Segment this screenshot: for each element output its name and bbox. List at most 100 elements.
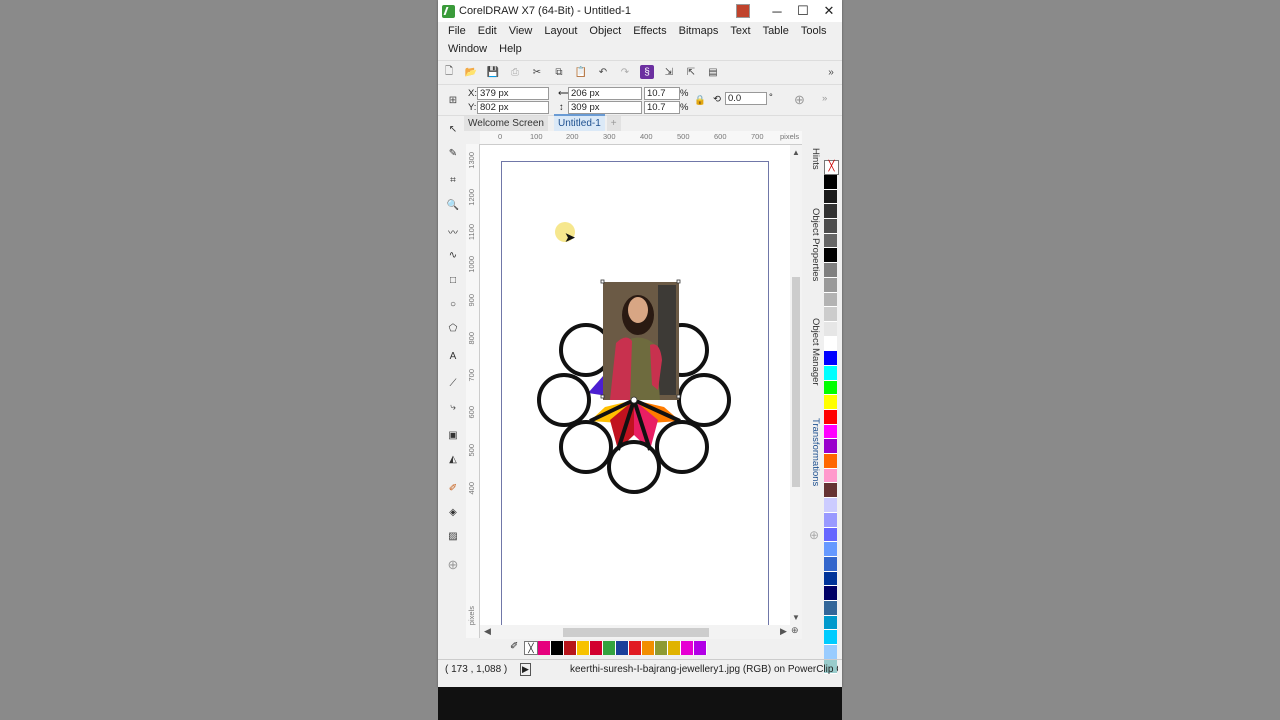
width-field[interactable]: 206 px xyxy=(568,87,642,100)
horizontal-scroll-thumb[interactable] xyxy=(563,628,709,637)
palette-swatch[interactable] xyxy=(824,556,837,572)
menu-bitmaps[interactable]: Bitmaps xyxy=(673,22,725,40)
y-position-field[interactable]: 802 px xyxy=(477,101,549,114)
center-marker[interactable] xyxy=(630,396,638,404)
document-palette-swatch[interactable] xyxy=(538,641,551,655)
menu-edit[interactable]: Edit xyxy=(472,22,503,40)
palette-swatch[interactable] xyxy=(824,439,837,455)
pick-tool-icon[interactable]: ↖ xyxy=(446,122,460,136)
scroll-up-icon[interactable]: ▲ xyxy=(792,148,800,157)
propertybar-overflow-icon[interactable]: » xyxy=(822,93,827,104)
palette-swatch[interactable] xyxy=(824,248,837,264)
scale-width-field[interactable]: 10.7 xyxy=(644,87,680,100)
palette-swatch[interactable] xyxy=(824,410,837,425)
palette-swatch[interactable] xyxy=(824,527,837,543)
menu-object[interactable]: Object xyxy=(583,22,627,40)
connector-tool-icon[interactable]: ⤷ xyxy=(446,400,460,414)
rectangle-tool-icon[interactable]: □ xyxy=(446,273,460,287)
parallel-dimension-icon[interactable]: ⟋ xyxy=(446,376,460,390)
document-palette-swatch[interactable] xyxy=(603,641,616,655)
scroll-left-icon[interactable]: ◀ xyxy=(484,626,491,637)
docker-tab-hints[interactable]: Hints xyxy=(810,148,821,170)
lock-ratio-icon[interactable]: 🔒 xyxy=(694,95,706,106)
height-field[interactable]: 309 px xyxy=(568,101,642,114)
scroll-right-icon[interactable]: ▶ xyxy=(780,626,787,637)
document-palette-swatch[interactable] xyxy=(551,641,564,655)
document-palette-swatch[interactable] xyxy=(655,641,668,655)
palette-swatch[interactable] xyxy=(824,424,837,440)
palette-swatch[interactable] xyxy=(824,454,837,469)
palette-swatch[interactable] xyxy=(824,336,837,352)
palette-swatch[interactable] xyxy=(824,630,837,645)
text-tool-icon[interactable]: A xyxy=(446,349,460,363)
document-palette-swatch[interactable] xyxy=(681,641,694,655)
menu-window[interactable]: Window xyxy=(442,40,493,58)
document-palette-swatch[interactable] xyxy=(642,641,655,655)
toolbar-overflow-icon[interactable]: » xyxy=(824,65,838,79)
tab-welcome-screen[interactable]: Welcome Screen xyxy=(464,116,548,131)
menu-file[interactable]: File xyxy=(442,22,472,40)
new-tab-icon[interactable]: + xyxy=(606,116,621,131)
menu-text[interactable]: Text xyxy=(724,22,756,40)
shape-tool-icon[interactable]: ✎ xyxy=(446,146,460,160)
palette-swatch[interactable] xyxy=(824,365,837,381)
status-play-icon[interactable]: ▶ xyxy=(520,663,531,676)
drawing-canvas[interactable] xyxy=(480,145,790,633)
docker-tab-object-properties[interactable]: Object Properties xyxy=(810,208,821,281)
undo-icon[interactable]: ↶ xyxy=(596,65,610,79)
redo-icon[interactable]: ↷ xyxy=(618,65,632,79)
palette-swatch[interactable] xyxy=(824,498,837,513)
palette-swatch[interactable] xyxy=(824,233,837,249)
palette-swatch[interactable] xyxy=(824,292,837,308)
minimize-button[interactable]: ─ xyxy=(764,4,790,19)
palette-swatch[interactable] xyxy=(824,483,837,499)
zoom-tool-icon[interactable]: 🔍 xyxy=(446,198,460,212)
crop-tool-icon[interactable]: ⌗ xyxy=(446,173,460,187)
palette-swatch[interactable] xyxy=(824,307,837,322)
smart-fill-icon[interactable]: ▨ xyxy=(446,529,460,543)
palette-swatch[interactable] xyxy=(824,615,837,631)
flower-artwork[interactable] xyxy=(480,145,790,625)
palette-swatch[interactable] xyxy=(824,512,837,528)
no-fill-swatch[interactable]: ╳ xyxy=(524,641,538,655)
palette-swatch[interactable] xyxy=(824,468,837,484)
print-icon[interactable]: ⎙ xyxy=(508,65,522,79)
selection-handle[interactable] xyxy=(676,279,681,284)
palette-swatch[interactable] xyxy=(824,321,837,337)
export-icon[interactable]: ⇱ xyxy=(684,65,698,79)
document-palette-swatch[interactable] xyxy=(694,641,707,655)
powerclip-photo[interactable] xyxy=(603,282,679,400)
menu-table[interactable]: Table xyxy=(757,22,795,40)
palette-swatch[interactable] xyxy=(824,263,837,278)
docker-tab-object-manager[interactable]: Object Manager xyxy=(810,318,821,386)
docker-tab-transformations[interactable]: Transformations xyxy=(810,418,821,486)
ellipse-tool-icon[interactable]: ○ xyxy=(446,297,460,311)
palette-swatch[interactable] xyxy=(824,542,837,557)
palette-swatch[interactable] xyxy=(824,395,837,410)
menu-help[interactable]: Help xyxy=(493,40,528,58)
no-color-swatch[interactable]: ╳ xyxy=(824,160,839,175)
paste-icon[interactable]: 📋 xyxy=(574,65,588,79)
maximize-button[interactable]: ☐ xyxy=(790,3,816,19)
scale-height-field[interactable]: 10.7 xyxy=(644,101,680,114)
selection-handle[interactable] xyxy=(600,279,605,284)
x-position-field[interactable]: 379 px xyxy=(477,87,549,100)
palette-swatch[interactable] xyxy=(824,277,837,293)
zoom-navigator-icon[interactable]: ⊕ xyxy=(791,625,799,636)
open-icon[interactable]: 📂 xyxy=(464,65,478,79)
color-eyedropper-icon[interactable]: ✐ xyxy=(446,481,460,495)
palette-swatch[interactable] xyxy=(824,219,837,234)
copy-icon[interactable]: ⧉ xyxy=(552,65,566,79)
palette-swatch[interactable] xyxy=(824,571,837,587)
document-palette-swatch[interactable] xyxy=(564,641,577,655)
import-icon[interactable]: ⇲ xyxy=(662,65,676,79)
rotation-field[interactable]: 0.0 xyxy=(725,92,767,105)
drop-shadow-icon[interactable]: ▣ xyxy=(446,428,460,442)
interactive-fill-icon[interactable]: ◈ xyxy=(446,505,460,519)
palette-swatch[interactable] xyxy=(824,600,837,616)
vertical-scrollbar[interactable]: ▲ ▼ xyxy=(790,145,802,625)
close-button[interactable]: ✕ xyxy=(816,3,842,19)
horizontal-scrollbar[interactable]: ◀ ▶ ⊕ xyxy=(480,625,802,639)
user-avatar-icon[interactable] xyxy=(736,4,750,18)
transparency-tool-icon[interactable]: ◭ xyxy=(446,452,460,466)
